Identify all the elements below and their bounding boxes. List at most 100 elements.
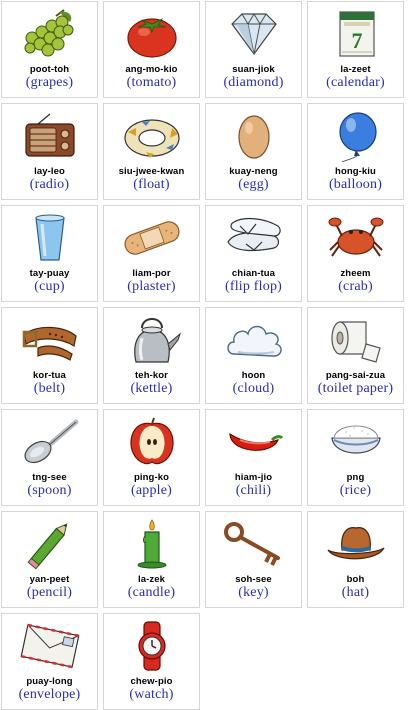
romanized-label: yan-peet: [29, 574, 70, 585]
candle-icon: [137, 519, 167, 569]
romanized-label: pang-sai-zua: [325, 370, 386, 381]
english-label: (kettle): [130, 381, 173, 396]
english-label: (candle): [127, 585, 176, 600]
card-chili: hiam-jio (chili): [205, 409, 302, 506]
english-label: (belt): [33, 381, 66, 396]
card-pencil: yan-peet (pencil): [1, 511, 98, 608]
rice-icon: [331, 425, 381, 454]
card-calendar: 7 la-zeet (calendar): [307, 1, 404, 98]
romanized-label: tng-see: [32, 472, 67, 483]
card-cloud: hoon (cloud): [205, 307, 302, 404]
english-label: (radio): [29, 177, 70, 192]
card-float: siu-jwee-kwan (float): [103, 103, 200, 200]
card-spoon: tng-see (spoon): [1, 409, 98, 506]
card-balloon: hong-kiu (balloon): [307, 103, 404, 200]
english-label: (cloud): [232, 381, 275, 396]
egg-icon: [238, 115, 270, 159]
belt-icon: [22, 326, 77, 361]
romanized-label: zheem: [340, 268, 371, 279]
balloon-icon: [339, 112, 377, 162]
card-hat: boh (hat): [307, 511, 404, 608]
english-label: (envelope): [18, 687, 81, 702]
card-egg: kuay-neng (egg): [205, 103, 302, 200]
romanized-label: png: [346, 472, 365, 483]
romanized-label: boh: [346, 574, 365, 585]
hat-icon: [327, 527, 385, 560]
english-label: (tomato): [126, 75, 177, 90]
english-label: (balloon): [328, 177, 383, 192]
toilet-paper-icon: [331, 321, 381, 363]
calendar-number: 7: [352, 28, 363, 53]
english-label: (float): [133, 177, 170, 192]
english-label: (calendar): [326, 75, 385, 90]
english-label: (crab): [338, 279, 373, 294]
card-toilet-paper: pang-sai-zua (toilet paper): [307, 307, 404, 404]
romanized-label: soh-see: [235, 574, 272, 585]
pencil-icon: [27, 523, 68, 570]
flip-flop-icon: [227, 217, 281, 252]
plaster-icon: [124, 221, 180, 255]
english-label: (diamond): [223, 75, 284, 90]
romanized-label: la-zeet: [340, 64, 371, 75]
romanized-label: siu-jwee-kwan: [118, 166, 185, 177]
romanized-label: chian-tua: [231, 268, 276, 279]
grapes-icon: [24, 9, 74, 57]
cloud-icon: [227, 325, 282, 357]
diamond-icon: [231, 13, 277, 56]
card-tomato: ang-mo-kio (tomato): [103, 1, 200, 98]
english-label: (chili): [235, 483, 272, 498]
card-rice: png (rice): [307, 409, 404, 506]
envelope-icon: [20, 623, 80, 669]
crab-icon: [328, 217, 384, 257]
float-icon: [124, 119, 180, 158]
card-apple: ping-ko (apple): [103, 409, 200, 506]
romanized-label: lay-leo: [34, 166, 65, 177]
watch-icon: [138, 621, 166, 671]
tomato-icon: [127, 17, 177, 58]
english-label: (cup): [34, 279, 65, 294]
card-candle: la-zek (candle): [103, 511, 200, 608]
romanized-label: hong-kiu: [335, 166, 376, 177]
spoon-icon: [24, 419, 79, 464]
romanized-label: suan-jiok: [232, 64, 275, 75]
card-key: soh-see (key): [205, 511, 302, 608]
card-grapes: poot-toh (grapes): [1, 1, 98, 98]
card-crab: zheem (crab): [307, 205, 404, 302]
card-diamond: suan-jiok (diamond): [205, 1, 302, 98]
kettle-icon: [134, 318, 182, 363]
english-label: (flip flop): [224, 279, 283, 294]
english-label: (hat): [341, 585, 370, 600]
romanized-label: kuay-neng: [229, 166, 278, 177]
card-flip-flop: chian-tua (flip flop): [205, 205, 302, 302]
card-cup: tay-puay (cup): [1, 205, 98, 302]
radio-icon: [25, 113, 75, 157]
english-label: (spoon): [27, 483, 72, 498]
card-radio: lay-leo (radio): [1, 103, 98, 200]
card-kettle: teh-kor (kettle): [103, 307, 200, 404]
romanized-label: tay-puay: [29, 268, 70, 279]
key-icon: [224, 522, 280, 566]
chili-icon: [229, 432, 284, 451]
romanized-label: hiam-jio: [234, 472, 273, 483]
english-label: (apple): [130, 483, 173, 498]
card-envelope: puay-long (envelope): [1, 613, 98, 710]
romanized-label: chew-pio: [130, 676, 173, 687]
english-label: (grapes): [25, 75, 74, 90]
english-label: (rice): [339, 483, 372, 498]
romanized-label: ang-mo-kio: [125, 64, 178, 75]
romanized-label: hoon: [241, 370, 266, 381]
english-label: (plaster): [127, 279, 176, 294]
romanized-label: liam-por: [132, 268, 171, 279]
romanized-label: teh-kor: [135, 370, 168, 381]
romanized-label: kor-tua: [33, 370, 66, 381]
card-watch: chew-pio (watch): [103, 613, 200, 710]
romanized-label: la-zek: [137, 574, 165, 585]
romanized-label: poot-toh: [29, 64, 70, 75]
english-label: (pencil): [26, 585, 73, 600]
english-label: (egg): [238, 177, 269, 192]
english-label: (watch): [129, 687, 174, 702]
vocabulary-grid: poot-toh (grapes) ang-mo-kio (tomato) su…: [0, 0, 409, 710]
calendar-icon: 7: [339, 11, 375, 57]
card-plaster: liam-por (plaster): [103, 205, 200, 302]
apple-icon: [130, 417, 174, 465]
